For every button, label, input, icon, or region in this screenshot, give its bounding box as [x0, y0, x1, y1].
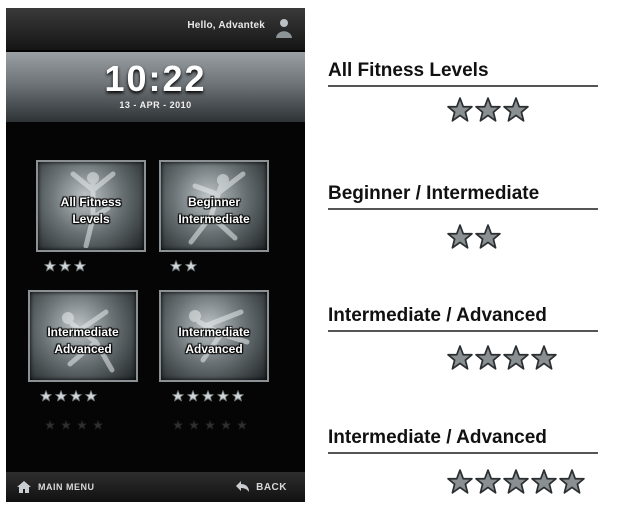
level-title: Beginner / Intermediate	[328, 183, 540, 204]
star-icon	[61, 420, 71, 430]
level-title: Intermediate / Advanced	[328, 427, 547, 448]
star-icon	[59, 260, 71, 272]
star-icon	[475, 224, 501, 249]
star-icon	[44, 260, 56, 272]
tile-rating-stars	[40, 390, 97, 404]
tile-label: Intermediate Advanced	[47, 325, 119, 356]
star-icon	[447, 345, 473, 370]
star-icon	[70, 390, 82, 402]
level-rating-stars	[447, 97, 529, 123]
star-icon	[447, 97, 473, 122]
main-menu-label: MAIN MENU	[38, 482, 95, 492]
star-icon	[205, 420, 215, 430]
divider	[328, 85, 598, 87]
star-icon	[503, 469, 529, 494]
tile-label: Beginner Intermediate	[178, 195, 250, 226]
main-menu-button[interactable]: MAIN MENU	[16, 478, 95, 496]
user-icon[interactable]	[273, 17, 293, 39]
level-intermediate-advanced-1: Intermediate / Advanced	[328, 305, 603, 332]
star-icon	[93, 420, 103, 430]
star-icon	[185, 260, 197, 272]
star-icon	[85, 390, 97, 402]
device-screen: Hello, Advantek 10:22 13 - APR - 2010 Al…	[6, 8, 305, 502]
bottom-bar: MAIN MENU BACK	[6, 472, 305, 502]
star-icon	[475, 97, 501, 122]
star-icon	[503, 345, 529, 370]
level-beginner-intermediate: Beginner / Intermediate	[328, 183, 603, 210]
star-icon	[55, 390, 67, 402]
tile-label: All Fitness Levels	[60, 195, 122, 226]
star-icon	[237, 420, 247, 430]
tile-intermediate-advanced-1[interactable]: Intermediate Advanced	[28, 290, 138, 382]
star-icon	[74, 260, 86, 272]
level-rating-stars	[447, 469, 585, 495]
star-icon	[447, 224, 473, 249]
star-icon	[187, 390, 199, 402]
star-icon	[172, 390, 184, 402]
star-icon	[503, 97, 529, 122]
level-rating-stars	[447, 345, 557, 371]
star-icon	[475, 345, 501, 370]
star-reflection	[172, 420, 248, 430]
star-icon	[170, 260, 182, 272]
star-icon	[531, 345, 557, 370]
star-icon	[40, 390, 52, 402]
clock-time: 10:22	[104, 58, 207, 99]
greeting-text: Hello, Advantek	[187, 20, 265, 31]
star-icon	[77, 420, 87, 430]
clock-date: 13 - APR - 2010	[119, 100, 192, 110]
back-arrow-icon	[236, 481, 250, 492]
tile-rating-stars	[170, 260, 197, 274]
back-label: BACK	[256, 481, 287, 493]
level-title: All Fitness Levels	[328, 60, 489, 81]
back-button[interactable]: BACK	[235, 478, 287, 496]
star-icon	[447, 469, 473, 494]
tile-all-fitness-levels[interactable]: All Fitness Levels	[36, 160, 146, 252]
star-icon	[232, 390, 244, 402]
tile-label: Intermediate Advanced	[178, 325, 250, 356]
star-icon	[559, 469, 585, 494]
star-reflection	[44, 420, 104, 430]
star-icon	[531, 469, 557, 494]
top-bar: Hello, Advantek	[6, 8, 305, 50]
level-rating-stars	[447, 224, 501, 250]
level-all-fitness: All Fitness Levels	[328, 60, 603, 87]
star-icon	[45, 420, 55, 430]
star-icon	[189, 420, 199, 430]
tile-rating-stars	[172, 390, 244, 404]
star-icon	[475, 469, 501, 494]
star-icon	[217, 390, 229, 402]
divider	[328, 330, 598, 332]
tile-intermediate-advanced-2[interactable]: Intermediate Advanced	[159, 290, 269, 382]
divider	[328, 208, 598, 210]
star-icon	[202, 390, 214, 402]
level-title: Intermediate / Advanced	[328, 305, 547, 326]
tile-beginner-intermediate[interactable]: Beginner Intermediate	[159, 160, 269, 252]
star-icon	[173, 420, 183, 430]
tile-rating-stars	[44, 260, 86, 274]
divider	[328, 452, 598, 454]
star-icon	[221, 420, 231, 430]
home-icon	[17, 481, 31, 493]
level-intermediate-advanced-2: Intermediate / Advanced	[328, 427, 603, 454]
